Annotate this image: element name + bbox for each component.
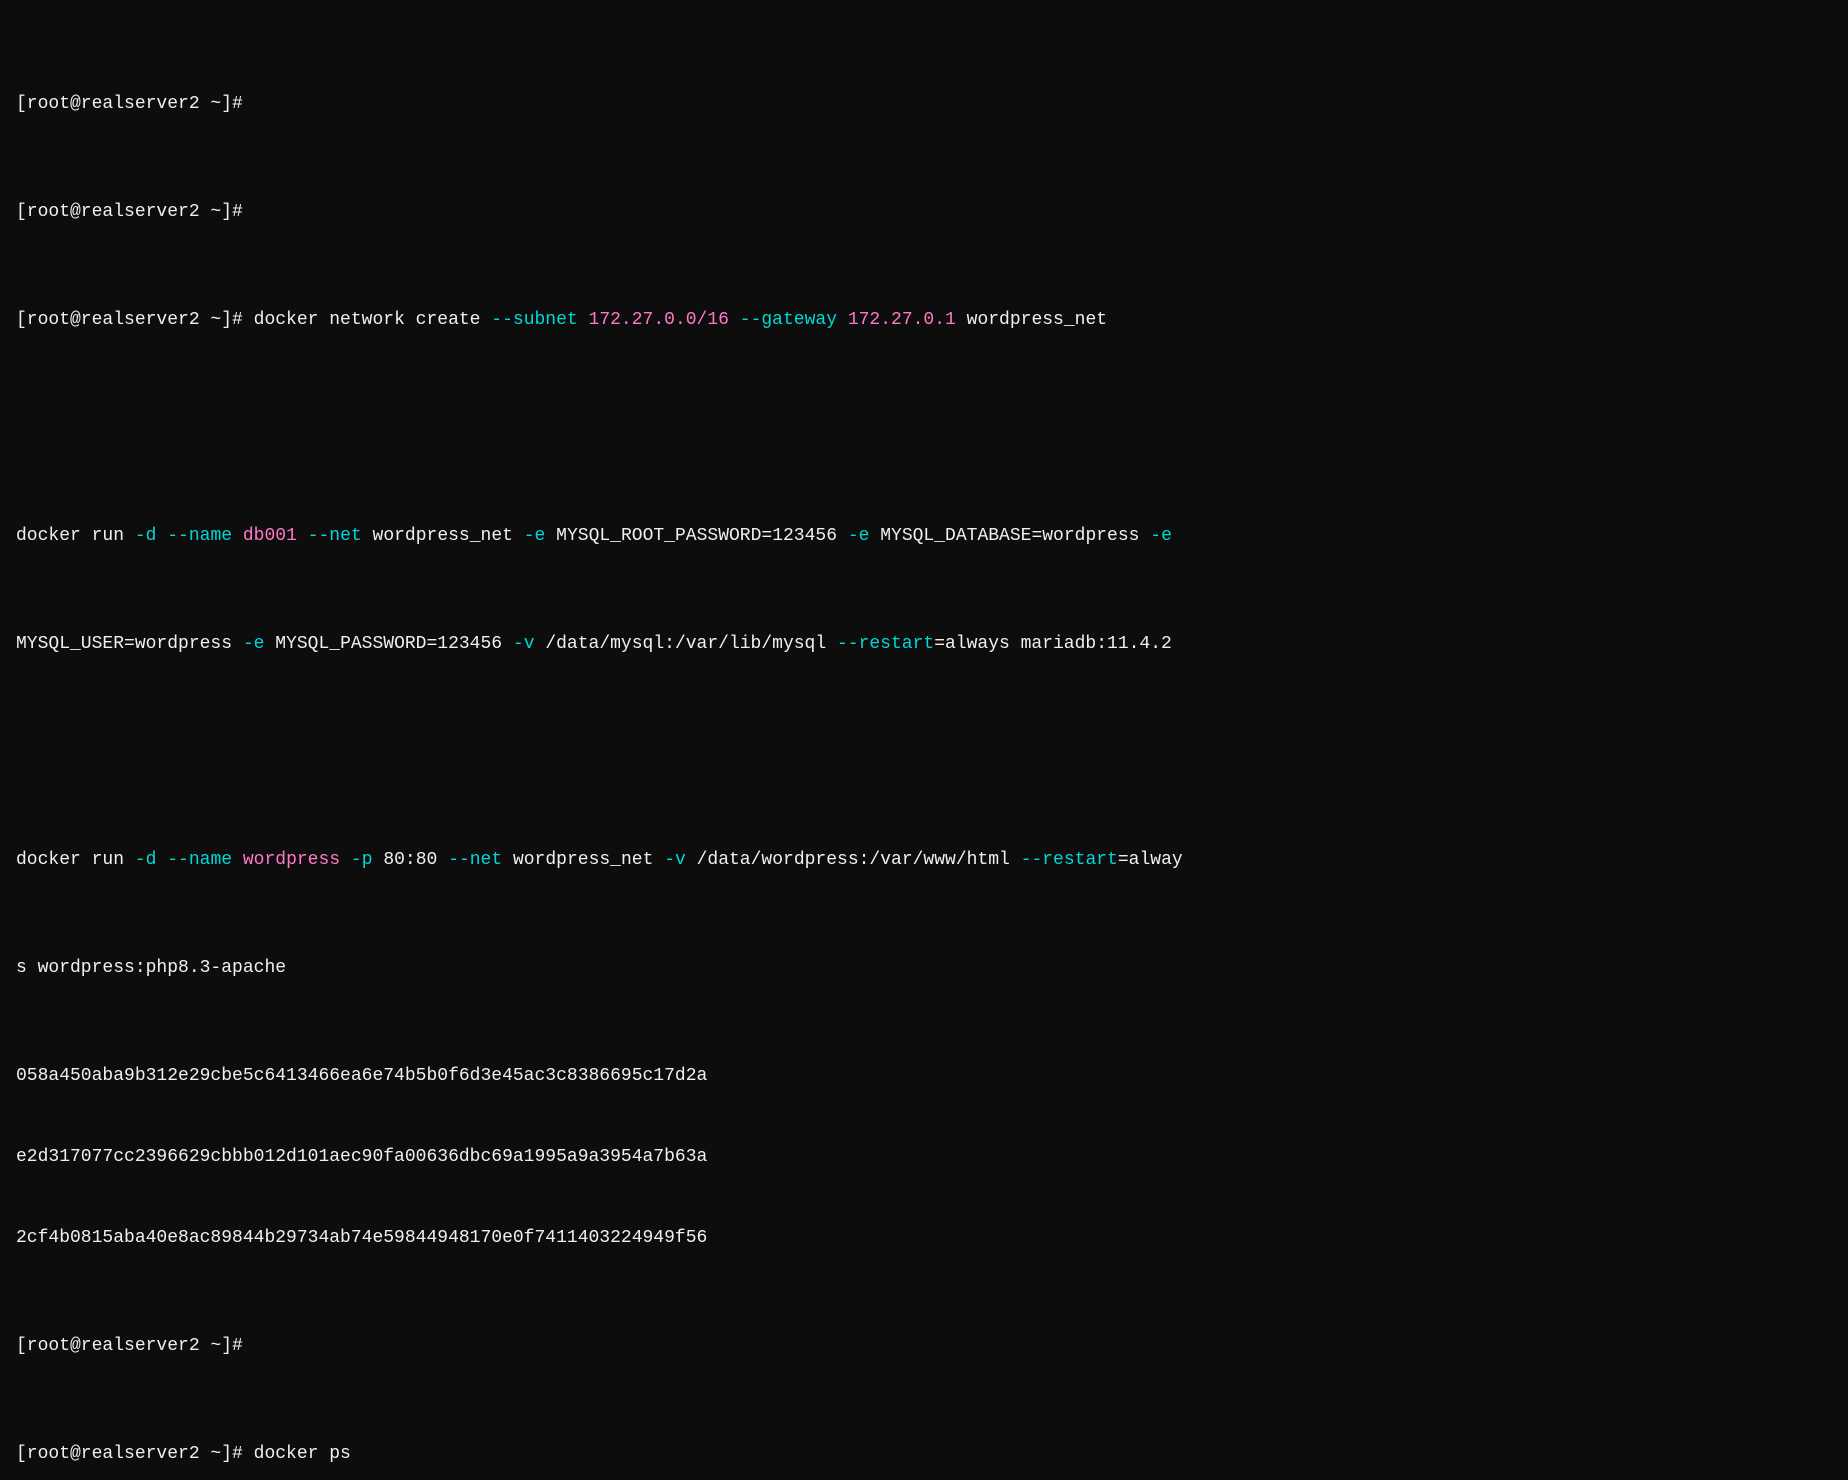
line-empty-1: [root@realserver2 ~]# bbox=[16, 91, 1832, 118]
line-docker-run-db-2: MYSQL_USER=wordpress -e MYSQL_PASSWORD=1… bbox=[16, 631, 1832, 658]
value-subnet: 172.27.0.0/16 bbox=[589, 310, 729, 330]
line-docker-run-db-1: docker run -d --name db001 --net wordpre… bbox=[16, 523, 1832, 550]
flag-gateway: --gateway bbox=[740, 310, 837, 330]
line-hash-1: 058a450aba9b312e29cbe5c6413466ea6e74b5b0… bbox=[16, 1063, 1832, 1090]
value-gateway: 172.27.0.1 bbox=[848, 310, 956, 330]
line-docker-run-wp-2: s wordpress:php8.3-apache bbox=[16, 955, 1832, 982]
network-name: wordpress_net bbox=[956, 310, 1107, 330]
line-empty-2: [root@realserver2 ~]# bbox=[16, 199, 1832, 226]
prompt-3: [root@realserver2 ~]# bbox=[16, 310, 243, 330]
flag-subnet: --subnet bbox=[491, 310, 577, 330]
blank-line-2 bbox=[16, 739, 1832, 766]
prompt-2: [root@realserver2 ~]# bbox=[16, 202, 243, 222]
blank-line-1 bbox=[16, 415, 1832, 442]
prompt-1: [root@realserver2 ~]# bbox=[16, 94, 243, 114]
line-docker-run-wp-1: docker run -d --name wordpress -p 80:80 … bbox=[16, 847, 1832, 874]
line-docker-ps-cmd: [root@realserver2 ~]# docker ps bbox=[16, 1441, 1832, 1468]
terminal: [root@realserver2 ~]# [root@realserver2 … bbox=[16, 10, 1832, 1480]
line-hash-3: 2cf4b0815aba40e8ac89844b29734ab74e598449… bbox=[16, 1225, 1832, 1252]
line-prompt-after-run: [root@realserver2 ~]# bbox=[16, 1333, 1832, 1360]
cmd-docker-network: docker network create bbox=[243, 310, 491, 330]
line-hash-2: e2d317077cc2396629cbbb012d101aec90fa0063… bbox=[16, 1144, 1832, 1171]
line-network-create: [root@realserver2 ~]# docker network cre… bbox=[16, 307, 1832, 334]
